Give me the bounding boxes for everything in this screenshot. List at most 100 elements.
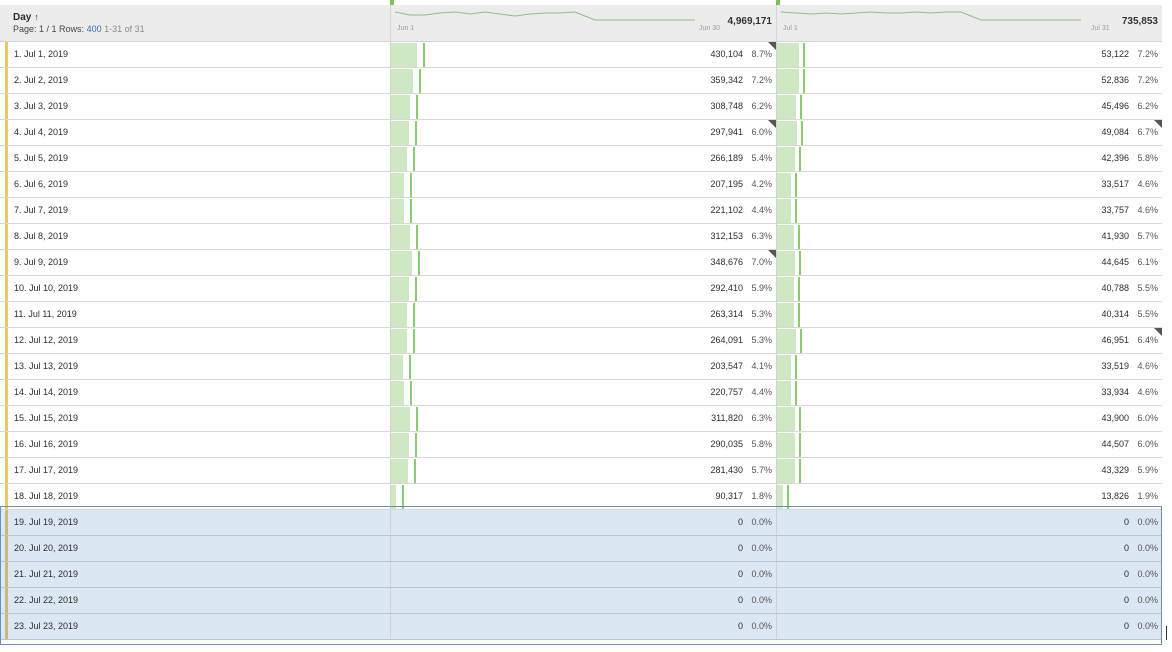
- metric2-cell[interactable]: 33,757 4.6%: [776, 198, 1162, 223]
- metric1-cell[interactable]: 0 0.0%: [390, 562, 776, 587]
- metric2-cell[interactable]: 33,517 4.6%: [776, 172, 1162, 197]
- row-label[interactable]: 9. Jul 9, 2019: [14, 257, 68, 267]
- metric1-cell[interactable]: 311,820 6.3%: [390, 406, 776, 431]
- vertical-scrollbar[interactable]: [1162, 41, 1172, 652]
- metric2-cell[interactable]: 40,314 5.5%: [776, 302, 1162, 327]
- row-label[interactable]: 16. Jul 16, 2019: [14, 439, 78, 449]
- metric2-cell[interactable]: 0 0.0%: [776, 510, 1162, 535]
- metric1-cell[interactable]: 297,941 6.0%: [390, 120, 776, 145]
- metric1-cell[interactable]: 0 0.0%: [390, 588, 776, 613]
- anomaly-flag-icon[interactable]: [768, 120, 776, 128]
- table-row[interactable]: 6. Jul 6, 2019 207,195 4.2% 33,517 4.6%: [0, 172, 1162, 198]
- sort-ascending-icon[interactable]: ↑: [34, 12, 39, 22]
- table-row[interactable]: 8. Jul 8, 2019 312,153 6.3% 41,930 5.7%: [0, 224, 1162, 250]
- metric2-cell[interactable]: 42,396 5.8%: [776, 146, 1162, 171]
- table-row[interactable]: 15. Jul 15, 2019 311,820 6.3% 43,900 6.0%: [0, 406, 1162, 432]
- dimension-title[interactable]: Day ↑: [13, 12, 39, 23]
- metric2-cell[interactable]: 53,122 7.2%: [776, 42, 1162, 67]
- metric2-cell[interactable]: 44,645 6.1%: [776, 250, 1162, 275]
- metric1-cell[interactable]: 203,547 4.1%: [390, 354, 776, 379]
- row-label[interactable]: 15. Jul 15, 2019: [14, 413, 78, 423]
- metric2-header[interactable]: Jul 1 Jul 31 735,853: [776, 5, 1162, 41]
- metric2-cell[interactable]: 45,496 6.2%: [776, 94, 1162, 119]
- row-label[interactable]: 1. Jul 1, 2019: [14, 49, 68, 59]
- row-label[interactable]: 7. Jul 7, 2019: [14, 205, 68, 215]
- table-row[interactable]: 5. Jul 5, 2019 266,189 5.4% 42,396 5.8%: [0, 146, 1162, 172]
- anomaly-flag-icon[interactable]: [1154, 328, 1162, 336]
- metric2-cell[interactable]: 43,329 5.9%: [776, 458, 1162, 483]
- metric1-header[interactable]: Jun 1 Jun 30 4,969,171: [390, 5, 776, 41]
- row-label[interactable]: 11. Jul 11, 2019: [14, 309, 77, 319]
- metric1-cell[interactable]: 359,342 7.2%: [390, 68, 776, 93]
- metric2-cell[interactable]: 0 0.0%: [776, 588, 1162, 613]
- metric1-cell[interactable]: 0 0.0%: [390, 510, 776, 535]
- row-label[interactable]: 6. Jul 6, 2019: [14, 179, 68, 189]
- row-label[interactable]: 18. Jul 18, 2019: [14, 491, 78, 501]
- table-row[interactable]: 4. Jul 4, 2019 297,941 6.0% 49,084 6.7%: [0, 120, 1162, 146]
- table-row[interactable]: 9. Jul 9, 2019 348,676 7.0% 44,645 6.1%: [0, 250, 1162, 276]
- row-label[interactable]: 14. Jul 14, 2019: [14, 387, 78, 397]
- table-row[interactable]: 14. Jul 14, 2019 220,757 4.4% 33,934 4.6%: [0, 380, 1162, 406]
- table-row[interactable]: 13. Jul 13, 2019 203,547 4.1% 33,519 4.6%: [0, 354, 1162, 380]
- table-row[interactable]: 21. Jul 21, 2019 0 0.0% 0 0.0%: [0, 562, 1162, 588]
- metric1-cell[interactable]: 292,410 5.9%: [390, 276, 776, 301]
- anomaly-flag-icon[interactable]: [768, 250, 776, 258]
- metric1-cell[interactable]: 221,102 4.4%: [390, 198, 776, 223]
- metric2-cell[interactable]: 0 0.0%: [776, 562, 1162, 587]
- metric1-cell[interactable]: 266,189 5.4%: [390, 146, 776, 171]
- metric1-cell[interactable]: 308,748 6.2%: [390, 94, 776, 119]
- metric2-cell[interactable]: 46,951 6.4%: [776, 328, 1162, 353]
- row-label[interactable]: 5. Jul 5, 2019: [14, 153, 68, 163]
- table-row[interactable]: 12. Jul 12, 2019 264,091 5.3% 46,951 6.4%: [0, 328, 1162, 354]
- row-label[interactable]: 4. Jul 4, 2019: [14, 127, 68, 137]
- metric2-cell[interactable]: 0 0.0%: [776, 614, 1162, 639]
- row-label[interactable]: 17. Jul 17, 2019: [14, 465, 78, 475]
- metric1-cell[interactable]: 207,195 4.2%: [390, 172, 776, 197]
- metric1-cell[interactable]: 430,104 8.7%: [390, 42, 776, 67]
- metric2-cell[interactable]: 43,900 6.0%: [776, 406, 1162, 431]
- table-row[interactable]: 23. Jul 23, 2019 0 0.0% 0 0.0%: [0, 614, 1162, 640]
- table-row[interactable]: 22. Jul 22, 2019 0 0.0% 0 0.0%: [0, 588, 1162, 614]
- row-label[interactable]: 22. Jul 22, 2019: [14, 595, 78, 605]
- metric1-cell[interactable]: 0 0.0%: [390, 614, 776, 639]
- table-row[interactable]: 19. Jul 19, 2019 0 0.0% 0 0.0%: [0, 510, 1162, 536]
- metric1-cell[interactable]: 348,676 7.0%: [390, 250, 776, 275]
- table-row[interactable]: 3. Jul 3, 2019 308,748 6.2% 45,496 6.2%: [0, 94, 1162, 120]
- metric1-cell[interactable]: 264,091 5.3%: [390, 328, 776, 353]
- metric1-cell[interactable]: 290,035 5.8%: [390, 432, 776, 457]
- metric2-cell[interactable]: 41,930 5.7%: [776, 224, 1162, 249]
- row-label[interactable]: 10. Jul 10, 2019: [14, 283, 78, 293]
- row-label[interactable]: 8. Jul 8, 2019: [14, 231, 68, 241]
- metric1-cell[interactable]: 263,314 5.3%: [390, 302, 776, 327]
- row-label[interactable]: 20. Jul 20, 2019: [14, 543, 78, 553]
- anomaly-flag-icon[interactable]: [1154, 120, 1162, 128]
- metric2-cell[interactable]: 44,507 6.0%: [776, 432, 1162, 457]
- row-label[interactable]: 13. Jul 13, 2019: [14, 361, 78, 371]
- row-label[interactable]: 19. Jul 19, 2019: [14, 517, 78, 527]
- table-row[interactable]: 7. Jul 7, 2019 221,102 4.4% 33,757 4.6%: [0, 198, 1162, 224]
- row-label[interactable]: 21. Jul 21, 2019: [14, 569, 78, 579]
- metric1-cell[interactable]: 312,153 6.3%: [390, 224, 776, 249]
- row-label[interactable]: 2. Jul 2, 2019: [14, 75, 68, 85]
- row-label[interactable]: 23. Jul 23, 2019: [14, 621, 78, 631]
- table-row[interactable]: 1. Jul 1, 2019 430,104 8.7% 53,122 7.2%: [0, 42, 1162, 68]
- table-row[interactable]: 20. Jul 20, 2019 0 0.0% 0 0.0%: [0, 536, 1162, 562]
- dimension-header[interactable]: Day ↑ Page: 1 / 1 Rows: 400 1-31 of 31: [0, 5, 390, 41]
- anomaly-flag-icon[interactable]: [768, 42, 776, 50]
- table-row[interactable]: 18. Jul 18, 2019 90,317 1.8% 13,826 1.9%: [0, 484, 1162, 510]
- metric1-cell[interactable]: 220,757 4.4%: [390, 380, 776, 405]
- table-row[interactable]: 10. Jul 10, 2019 292,410 5.9% 40,788 5.5%: [0, 276, 1162, 302]
- metric2-cell[interactable]: 40,788 5.5%: [776, 276, 1162, 301]
- row-label[interactable]: 12. Jul 12, 2019: [14, 335, 78, 345]
- metric2-cell[interactable]: 49,084 6.7%: [776, 120, 1162, 145]
- table-row[interactable]: 16. Jul 16, 2019 290,035 5.8% 44,507 6.0%: [0, 432, 1162, 458]
- table-row[interactable]: 17. Jul 17, 2019 281,430 5.7% 43,329 5.9%: [0, 458, 1162, 484]
- row-label[interactable]: 3. Jul 3, 2019: [14, 101, 68, 111]
- metric1-cell[interactable]: 281,430 5.7%: [390, 458, 776, 483]
- metric1-cell[interactable]: 0 0.0%: [390, 536, 776, 561]
- metric2-cell[interactable]: 52,836 7.2%: [776, 68, 1162, 93]
- metric2-cell[interactable]: 33,934 4.6%: [776, 380, 1162, 405]
- metric2-cell[interactable]: 0 0.0%: [776, 536, 1162, 561]
- rows-per-page-select[interactable]: 400: [87, 24, 102, 34]
- metric2-cell[interactable]: 33,519 4.6%: [776, 354, 1162, 379]
